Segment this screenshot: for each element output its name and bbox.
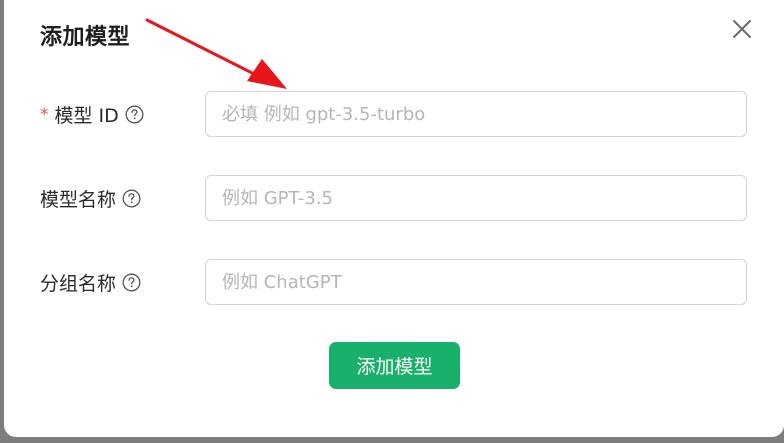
model-name-label: 模型名称	[40, 188, 117, 211]
form-row-model-name: 模型名称	[4, 175, 784, 221]
form-row-group-name: 分组名称	[4, 259, 784, 305]
add-model-dialog: 添加模型 * 模型 ID 模型名称	[4, 0, 784, 437]
form-row-model-id: * 模型 ID	[4, 91, 784, 137]
close-icon	[731, 18, 753, 40]
dialog-title: 添加模型	[40, 25, 131, 50]
model-id-label: 模型 ID	[54, 104, 119, 127]
question-circle-icon[interactable]	[125, 105, 144, 124]
model-id-input[interactable]	[205, 91, 747, 137]
question-circle-icon[interactable]	[122, 273, 141, 292]
close-button[interactable]	[731, 18, 753, 40]
model-name-label-group: 模型名称	[40, 175, 141, 221]
question-circle-icon[interactable]	[122, 189, 141, 208]
group-name-input[interactable]	[205, 259, 747, 305]
group-name-label: 分组名称	[40, 272, 117, 295]
add-model-button[interactable]: 添加模型	[329, 342, 460, 389]
group-name-label-group: 分组名称	[40, 259, 141, 305]
required-mark: *	[40, 105, 49, 125]
model-name-input[interactable]	[205, 175, 747, 221]
model-id-label-group: * 模型 ID	[40, 91, 144, 137]
